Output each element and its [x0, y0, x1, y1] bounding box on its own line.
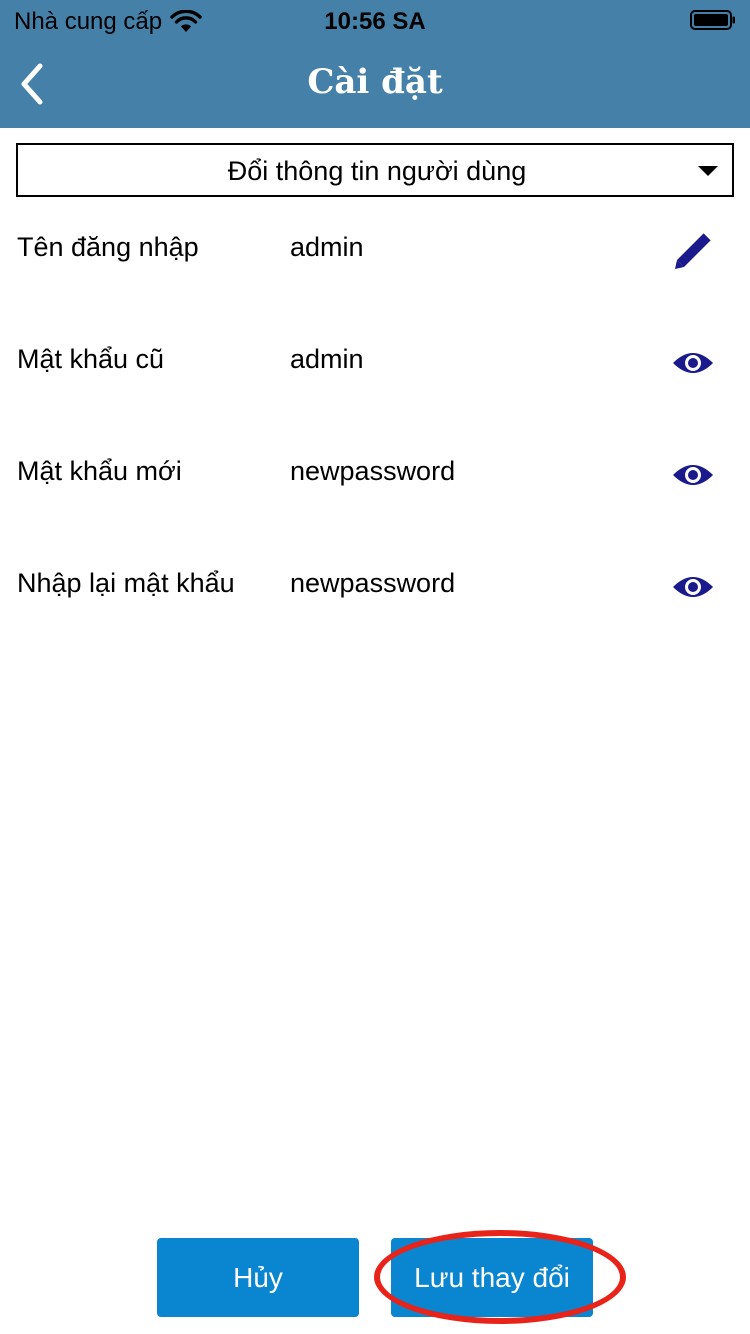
nav-bar: Cài đặt — [0, 40, 750, 128]
dropdown-selected-label: Đổi thông tin người dùng — [227, 156, 527, 186]
new-password-field[interactable]: newpassword — [290, 456, 455, 487]
field-label: Nhập lại mật khẩu — [17, 568, 235, 598]
pencil-icon — [675, 232, 712, 269]
field-row-new-password: Mật khẩu mới newpassword — [0, 436, 750, 516]
toggle-old-password-visibility[interactable] — [670, 340, 716, 386]
field-row-old-password: Mật khẩu cũ admin — [0, 324, 750, 404]
toggle-new-password-visibility[interactable] — [670, 452, 716, 498]
field-row-username: Tên đăng nhập admin — [0, 212, 750, 292]
settings-type-dropdown[interactable]: Đổi thông tin người dùng — [16, 143, 734, 197]
username-field[interactable]: admin — [290, 232, 364, 263]
eye-icon — [673, 465, 713, 485]
field-label: Tên đăng nhập — [17, 232, 199, 262]
save-changes-button[interactable]: Lưu thay đổi — [391, 1238, 593, 1317]
edit-username-button[interactable] — [670, 228, 716, 274]
caret-down-icon — [698, 166, 718, 176]
old-password-field[interactable]: admin — [290, 344, 364, 375]
page-title: Cài đặt — [307, 62, 443, 102]
eye-icon — [673, 353, 713, 373]
status-bar: Nhà cung cấp 10:56 SA — [0, 0, 750, 40]
status-time: 10:56 SA — [324, 8, 426, 35]
eye-icon — [673, 577, 713, 597]
battery-icon — [690, 10, 735, 30]
cancel-button[interactable]: Hủy — [157, 1238, 359, 1317]
app-header: Nhà cung cấp 10:56 SA Cài đặt — [0, 0, 750, 128]
field-label: Mật khẩu mới — [17, 456, 182, 486]
field-label: Mật khẩu cũ — [17, 344, 165, 374]
confirm-password-field[interactable]: newpassword — [290, 568, 455, 599]
toggle-confirm-password-visibility[interactable] — [670, 564, 716, 610]
field-row-confirm-password: Nhập lại mật khẩu newpassword — [0, 548, 750, 628]
